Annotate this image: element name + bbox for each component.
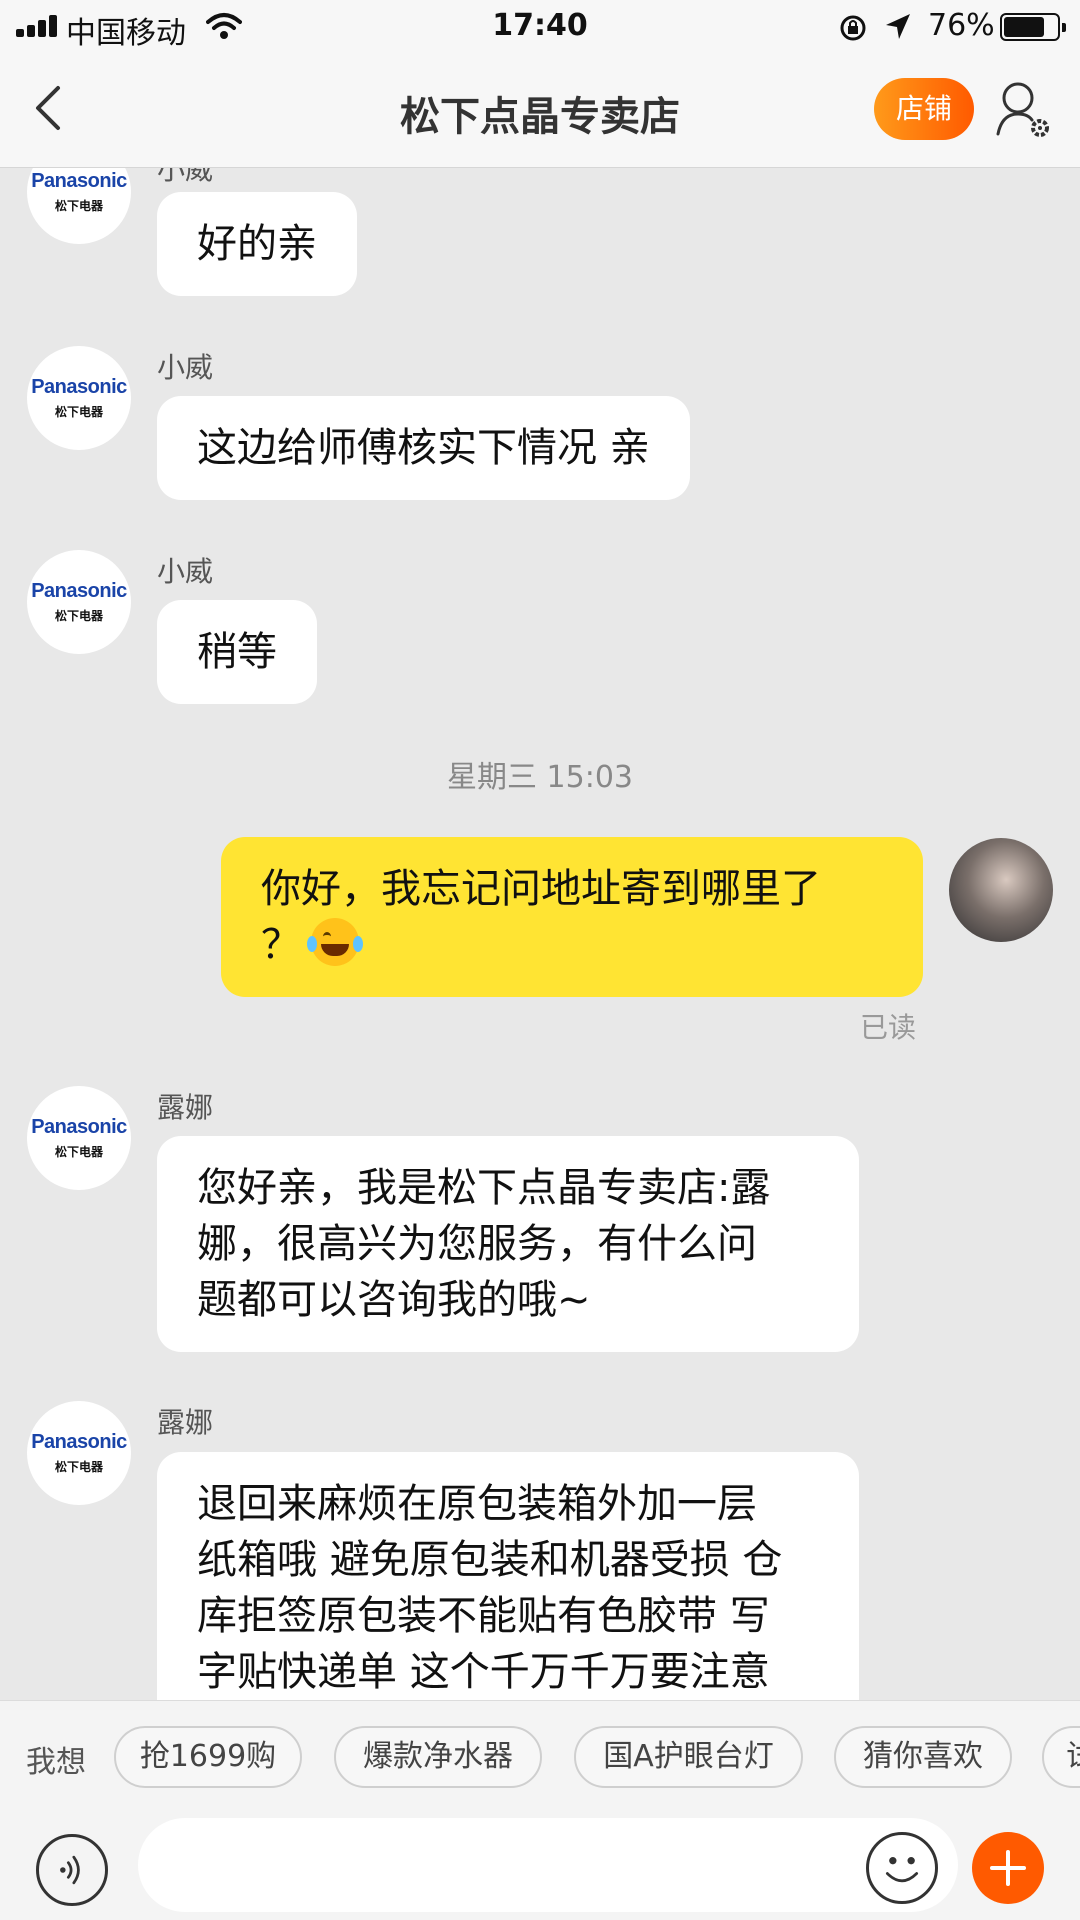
- message-line: 题都可以咨询我的哦~: [197, 1277, 591, 1323]
- quick-reply-chip[interactable]: 爆款净水器: [334, 1726, 542, 1788]
- quick-reply-label: 我想: [26, 1745, 86, 1780]
- message-line: 纸箱哦 避免原包装和机器受损 仓: [197, 1537, 783, 1583]
- quick-reply-chip[interactable]: 国A护眼台灯: [574, 1726, 803, 1788]
- nav-bar: 松下点晶专卖店 店铺: [0, 54, 1080, 168]
- shop-button[interactable]: 店铺: [874, 78, 974, 140]
- input-bar: [0, 1810, 1080, 1920]
- status-bar: 中国移动 17:40 76%: [0, 0, 1080, 54]
- sender-name: 小威: [157, 351, 214, 384]
- panasonic-logo-sub: 松下电器: [54, 1460, 103, 1474]
- message-line: 字贴快递单 这个千万千万要注意: [197, 1649, 770, 1695]
- panasonic-logo: Panasonic: [31, 1116, 127, 1138]
- message-line: 退回来麻烦在原包装箱外加一层: [197, 1481, 757, 1527]
- message-bubble[interactable]: 稍等: [157, 600, 317, 704]
- location-arrow-icon: [886, 14, 910, 39]
- tears-of-joy-emoji: [307, 918, 363, 966]
- quick-reply-chip[interactable]: 抢1699购: [114, 1726, 302, 1788]
- message-line: 你好，我忘记问地址寄到哪里了: [261, 866, 821, 912]
- voice-icon[interactable]: [36, 1834, 108, 1906]
- message-line: 库拒签原包装不能贴有色胶带 写: [197, 1593, 770, 1639]
- message-bubble[interactable]: 您好亲，我是松下点晶专卖店:露 娜，很高兴为您服务，有什么问 题都可以咨询我的哦…: [157, 1136, 859, 1352]
- sender-name: 小威: [157, 168, 214, 186]
- battery-icon: [1000, 13, 1066, 41]
- message-line-text: ？: [261, 922, 301, 968]
- shop-avatar[interactable]: Panasonic 松下电器: [27, 168, 131, 244]
- chat-list[interactable]: 小威 Panasonic 松下电器 好的亲 Panasonic 松下电器 小威 …: [0, 168, 1080, 1700]
- emoji-icon[interactable]: [866, 1832, 938, 1904]
- my-avatar[interactable]: [949, 838, 1053, 942]
- quick-reply-chip[interactable]: 试: [1042, 1726, 1080, 1788]
- panasonic-logo: Panasonic: [31, 170, 127, 192]
- panasonic-logo-sub: 松下电器: [54, 405, 103, 419]
- shop-avatar[interactable]: Panasonic 松下电器: [27, 1401, 131, 1505]
- message-bubble[interactable]: 退回来麻烦在原包装箱外加一层 纸箱哦 避免原包装和机器受损 仓 库拒签原包装不能…: [157, 1452, 859, 1700]
- message-line: ？: [261, 917, 883, 973]
- orientation-lock-icon: [840, 15, 866, 41]
- shop-avatar[interactable]: Panasonic 松下电器: [27, 346, 131, 450]
- sender-name: 小威: [157, 555, 214, 588]
- quick-reply-bar[interactable]: 我想 抢1699购 爆款净水器 国A护眼台灯 猜你喜欢 试: [0, 1700, 1080, 1810]
- message-input[interactable]: [138, 1818, 958, 1912]
- message-line: 您好亲，我是松下点晶专卖店:露: [197, 1165, 771, 1211]
- panasonic-logo: Panasonic: [31, 580, 127, 602]
- sender-name: 露娜: [157, 1091, 214, 1124]
- panasonic-logo-sub: 松下电器: [54, 199, 103, 213]
- panasonic-logo-sub: 松下电器: [54, 1145, 103, 1159]
- message-line: 娜，很高兴为您服务，有什么问: [197, 1221, 757, 1267]
- sender-name: 露娜: [157, 1406, 214, 1439]
- plus-icon[interactable]: [972, 1832, 1044, 1904]
- my-message-bubble[interactable]: 你好，我忘记问地址寄到哪里了 ？: [221, 837, 923, 997]
- message-bubble[interactable]: 这边给师傅核实下情况 亲: [157, 396, 690, 500]
- panasonic-logo: Panasonic: [31, 1431, 127, 1453]
- message-bubble[interactable]: 好的亲: [157, 192, 357, 296]
- shop-avatar[interactable]: Panasonic 松下电器: [27, 550, 131, 654]
- read-status: 已读: [860, 1011, 917, 1044]
- panasonic-logo-sub: 松下电器: [54, 609, 103, 623]
- panasonic-logo: Panasonic: [31, 376, 127, 398]
- timestamp: 星期三 15:03: [447, 760, 633, 795]
- clock: 17:40: [492, 8, 588, 43]
- quick-reply-chip[interactable]: 猜你喜欢: [834, 1726, 1012, 1788]
- user-settings-icon[interactable]: [994, 78, 1054, 142]
- battery-percent: 76%: [928, 8, 995, 43]
- shop-avatar[interactable]: Panasonic 松下电器: [27, 1086, 131, 1190]
